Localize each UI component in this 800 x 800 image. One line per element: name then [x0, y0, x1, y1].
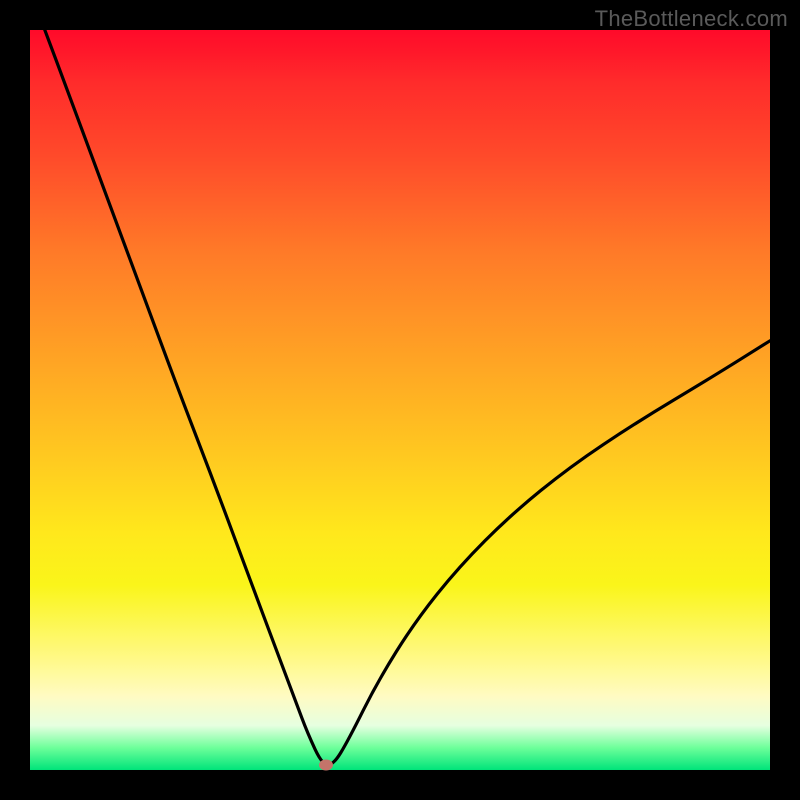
- bottleneck-curve-line: [45, 30, 770, 765]
- watermark-text: TheBottleneck.com: [595, 6, 788, 32]
- optimal-point-marker: [319, 759, 333, 770]
- chart-curve: [30, 30, 770, 770]
- chart-plot-area: [30, 30, 770, 770]
